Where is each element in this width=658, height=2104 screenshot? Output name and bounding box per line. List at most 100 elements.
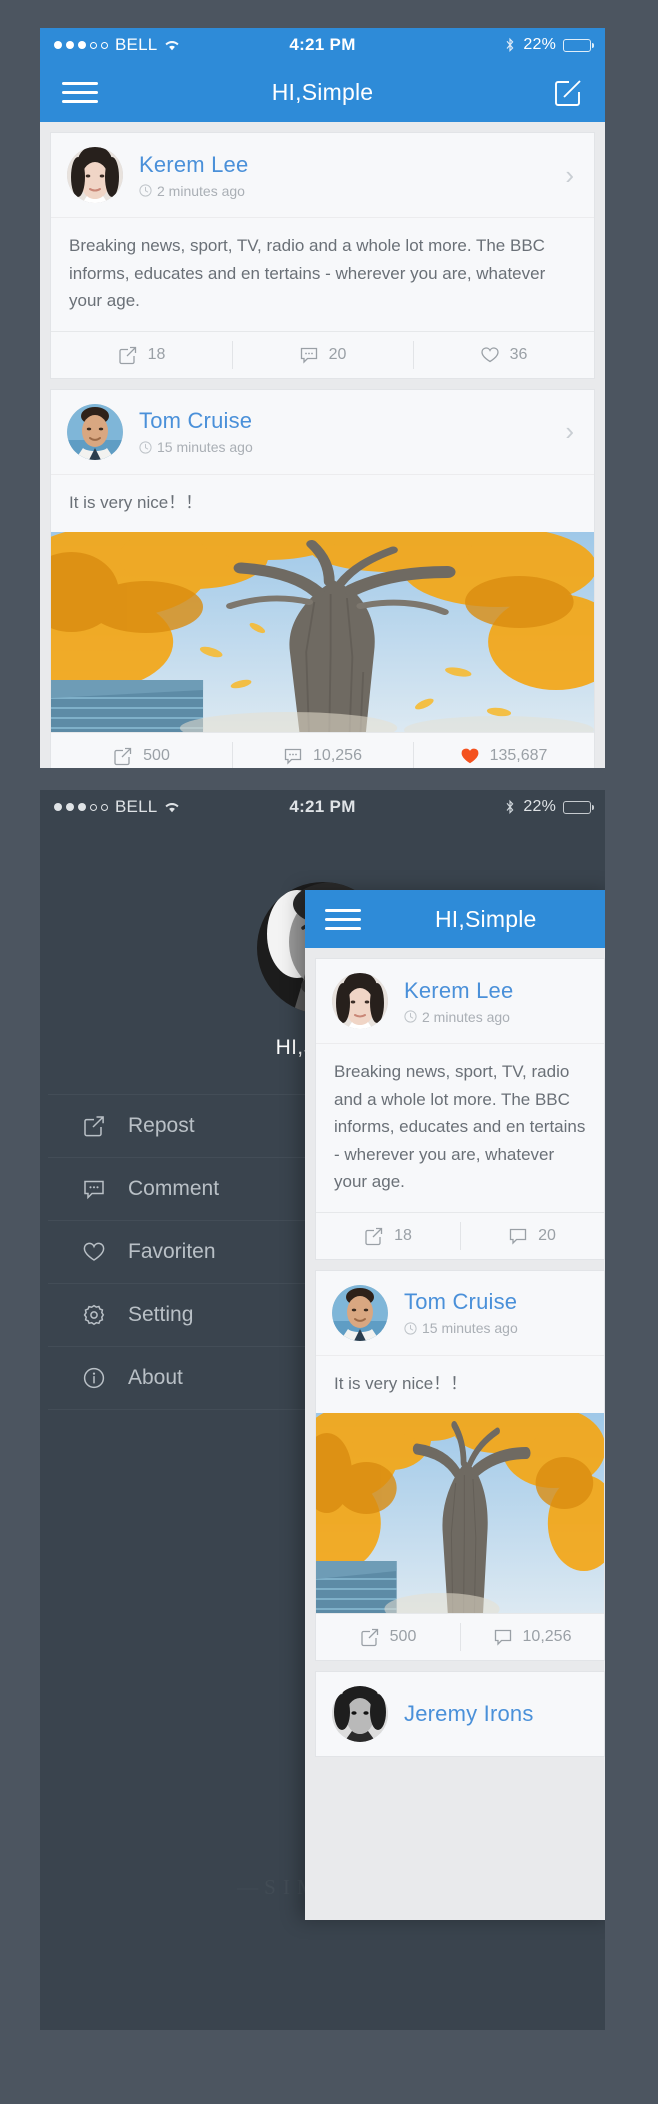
carrier-label: BELL [115,35,158,54]
post-actions[interactable]: 500 10,256 [51,732,594,768]
post-timestamp: 2 minutes ago [422,1008,510,1025]
post-author-block: Kerem Lee 2 minutes ago [404,978,588,1025]
clock-icon [404,1322,417,1335]
repost-action[interactable]: 500 [316,1614,460,1660]
post-header[interactable]: Tom Cruise 15 minutes ago › [51,390,594,474]
comment-icon [493,1627,513,1647]
battery-percent-label: 22% [523,798,556,815]
comment-count: 10,256 [313,747,362,765]
post-card[interactable]: Kerem Lee 2 minutes ago Breaking news, s… [315,958,605,1260]
feed-panel-overlay[interactable]: HI,Simple Kerem Lee 2 minutes ago Breaki… [305,890,605,1920]
post-timestamp: 15 minutes ago [157,439,253,456]
chevron-right-icon[interactable]: › [565,160,578,191]
page-title: HI,Simple [271,78,374,105]
comment-action[interactable]: 20 [460,1213,604,1259]
post-card[interactable]: Kerem Lee 2 minutes ago › Breaking news,… [50,132,595,379]
post-author-name[interactable]: Jeremy Irons [404,1701,588,1727]
heart-icon [480,345,500,365]
wifi-icon [164,801,180,814]
post-card[interactable]: Tom Cruise 15 minutes ago It is very nic… [305,1269,605,1662]
post-meta: 2 minutes ago [404,1009,588,1025]
post-photo[interactable] [305,1401,605,1626]
repost-count: 500 [143,747,170,765]
status-bar: BELL 4:21 PM 22% [40,28,605,62]
post-card[interactable]: Tom Cruise 15 minutes ago › It is very n… [40,388,605,768]
signal-strength-dots [54,41,108,49]
wifi-icon [164,39,180,52]
phone-mockup-drawer: BELL 4:21 PM 22% Repost Comment Favorite… [40,790,605,2030]
avatar [67,403,123,460]
compose-icon[interactable] [553,77,583,107]
screenshot-canvas: BELL 4:21 PM 22% HI,Simple Kerem Lee 2 m… [0,0,658,2104]
like-action[interactable]: 36 [413,332,594,378]
page-title: HI,Simple [435,905,537,932]
comment-count: 20 [328,345,347,363]
battery-icon [563,38,594,52]
repost-action[interactable]: 500 [51,733,232,768]
post-body: It is very nice！！ [316,1354,604,1414]
like-action[interactable]: 135,687 [413,733,594,768]
repost-icon [118,345,138,365]
comment-action[interactable]: 20 [232,332,413,378]
clock-icon [139,184,152,197]
post-author-name[interactable]: Tom Cruise [139,408,565,434]
comment-icon [508,1226,528,1246]
post-timestamp: 15 minutes ago [422,1320,518,1337]
battery-percent-label: 22% [523,36,556,53]
post-actions[interactable]: 18 20 [51,330,594,378]
status-bar-right: 22% [505,36,594,54]
menu-item-label: Comment [128,1177,220,1200]
post-photo[interactable] [40,520,605,745]
post-author-name[interactable]: Kerem Lee [139,152,565,178]
hamburger-icon[interactable] [325,903,361,936]
post-author-name[interactable]: Tom Cruise [404,1289,588,1315]
signal-strength-dots [54,803,108,811]
hamburger-icon[interactable] [62,76,98,109]
status-bar-left: BELL [54,797,180,817]
battery-icon [563,800,594,814]
post-card[interactable]: Jeremy Irons [315,1671,605,1758]
post-author-block: Tom Cruise 15 minutes ago [139,408,565,455]
avatar [332,1686,388,1743]
heart-icon [82,1240,106,1264]
avatar [67,147,123,203]
side-drawer: BELL 4:21 PM 22% Repost Comment Favorite… [40,790,605,2030]
post-author-name[interactable]: Kerem Lee [404,978,588,1004]
repost-action[interactable]: 18 [51,332,232,378]
post-meta: 15 minutes ago [404,1320,588,1336]
menu-item-label: Favoriten [128,1240,216,1263]
repost-count: 18 [394,1226,412,1244]
comment-icon [299,345,319,365]
post-header[interactable]: Jeremy Irons [316,1672,604,1756]
post-actions[interactable]: 500 10,256 [316,1613,604,1661]
like-count: 36 [509,345,528,363]
gear-icon [82,1303,106,1327]
menu-item-label: About [128,1366,183,1389]
comment-icon [82,1177,106,1201]
comment-action[interactable]: 10,256 [460,1614,604,1660]
repost-icon [113,746,133,766]
clock-icon [139,440,152,454]
post-body: Breaking news, sport, TV, radio and a wh… [51,217,594,331]
clock-icon [404,1010,417,1023]
nav-bar: HI,Simple [305,890,605,948]
post-author-block: Kerem Lee 2 minutes ago [139,152,565,199]
post-author-block: Tom Cruise 15 minutes ago [404,1289,588,1336]
menu-item-label: Repost [128,1114,195,1137]
status-bar: BELL 4:21 PM 22% [40,790,605,824]
repost-action[interactable]: 18 [316,1213,460,1259]
nav-bar: HI,Simple [40,62,605,122]
post-header[interactable]: Kerem Lee 2 minutes ago › [51,133,594,217]
chevron-right-icon[interactable]: › [565,416,578,447]
post-header[interactable]: Kerem Lee 2 minutes ago [316,959,604,1043]
status-bar-left: BELL [54,35,180,55]
post-actions[interactable]: 18 20 [316,1211,604,1259]
repost-count: 18 [147,345,166,363]
heart-icon [460,746,480,766]
comment-action[interactable]: 10,256 [232,733,413,768]
feed-list[interactable]: Kerem Lee 2 minutes ago › Breaking news,… [40,122,605,768]
feed-list[interactable]: Kerem Lee 2 minutes ago Breaking news, s… [305,948,605,1920]
post-header[interactable]: Tom Cruise 15 minutes ago [316,1271,604,1355]
status-bar-right: 22% [505,798,594,816]
post-body: Breaking news, sport, TV, radio and a wh… [316,1043,604,1212]
